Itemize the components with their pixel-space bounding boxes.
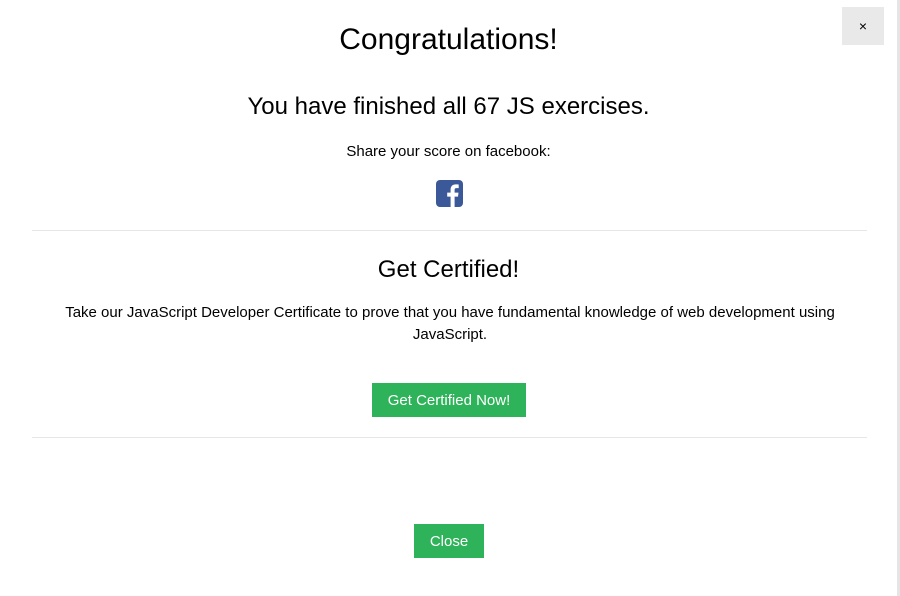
- share-score-text: Share your score on facebook:: [346, 143, 551, 160]
- congratulations-dialog: × Congratulations! You have finished all…: [0, 0, 900, 596]
- completion-message: You have finished all 67 JS exercises.: [247, 93, 650, 120]
- certification-description: Take our JavaScript Developer Certificat…: [65, 304, 835, 343]
- facebook-share-link[interactable]: [436, 180, 463, 207]
- facebook-icon: [436, 180, 463, 207]
- close-button[interactable]: Close: [414, 524, 484, 558]
- section-divider: [32, 437, 867, 438]
- certification-title: Get Certified!: [377, 256, 520, 283]
- get-certified-button[interactable]: Get Certified Now!: [372, 383, 526, 417]
- dialog-title: Congratulations!: [339, 23, 558, 56]
- section-divider: [32, 230, 867, 231]
